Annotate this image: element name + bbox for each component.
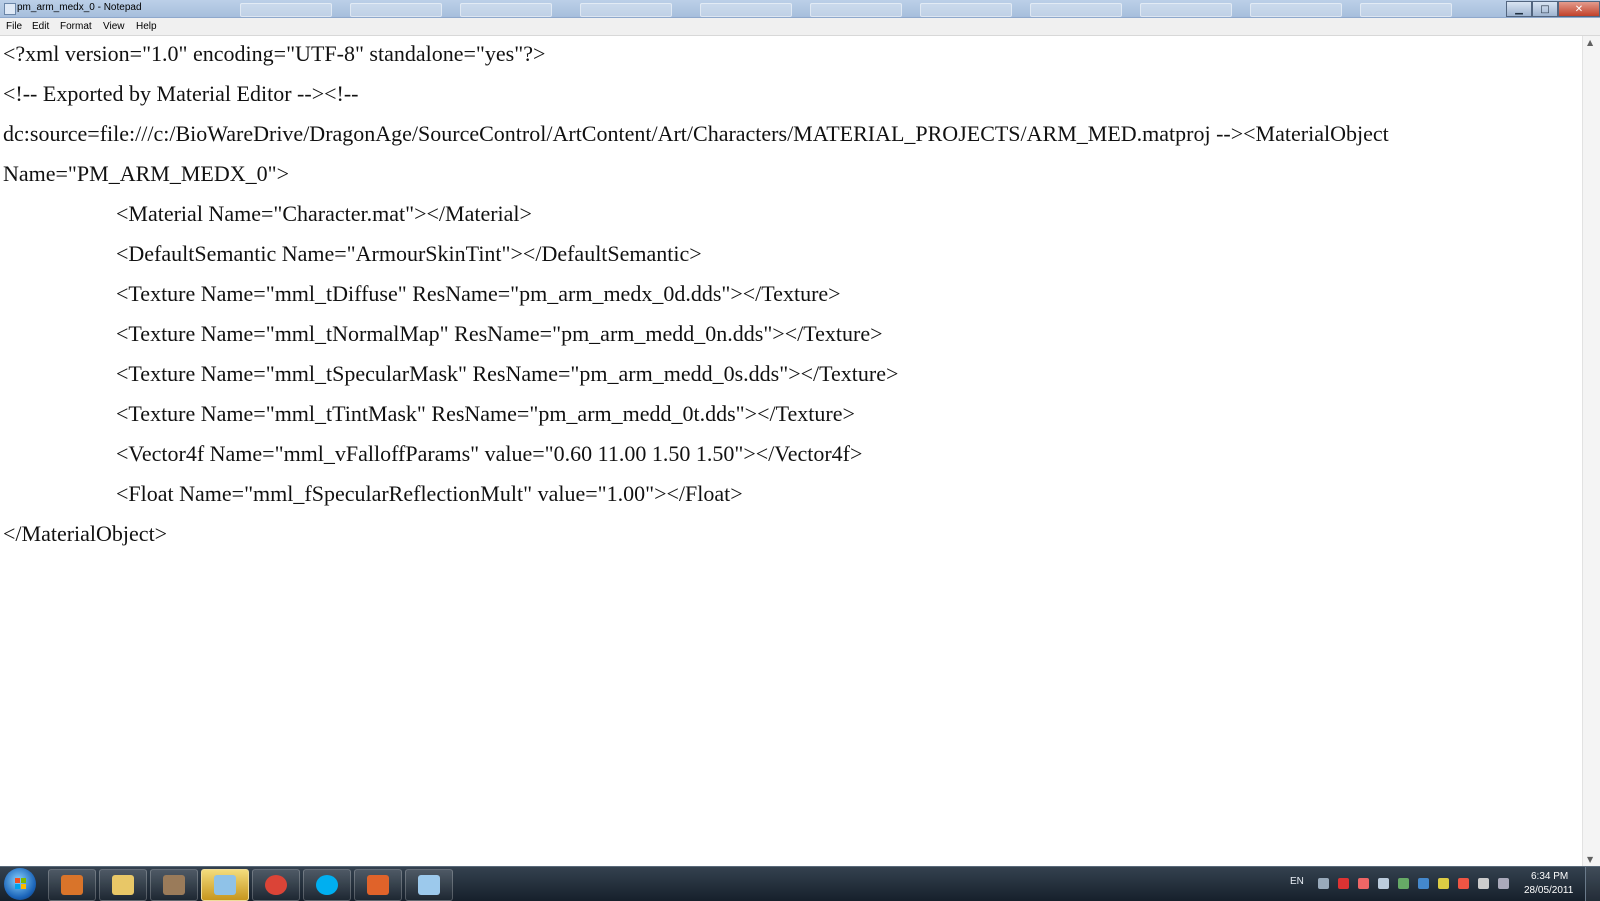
text-line: <Vector4f Name="mml_vFalloffParams" valu… bbox=[116, 441, 863, 466]
taskbar: EN 6:34 PM 28/05/2011 bbox=[0, 866, 1600, 901]
background-window-ghost bbox=[350, 3, 442, 17]
language-indicator[interactable]: EN bbox=[1290, 876, 1304, 887]
scroll-up-icon[interactable]: ▲ bbox=[1587, 38, 1593, 47]
menu-view[interactable]: View bbox=[103, 21, 125, 32]
background-window-ghost bbox=[580, 3, 672, 17]
vertical-scrollbar[interactable]: ▲ ▼ bbox=[1582, 36, 1600, 866]
background-window-ghost bbox=[460, 3, 552, 17]
media-player-icon bbox=[61, 875, 83, 895]
background-window-ghost bbox=[1250, 3, 1342, 17]
taskbar-app[interactable] bbox=[252, 869, 300, 901]
action-center-flag-icon[interactable] bbox=[1478, 878, 1489, 889]
text-line: <Float Name="mml_fSpecularReflectionMult… bbox=[116, 481, 743, 506]
menu-format[interactable]: Format bbox=[60, 21, 92, 32]
show-desktop-button[interactable] bbox=[1585, 867, 1600, 901]
tray-icon[interactable] bbox=[1358, 878, 1369, 889]
skype-icon bbox=[316, 875, 338, 895]
text-line: <Texture Name="mml_tDiffuse" ResName="pm… bbox=[116, 281, 841, 306]
taskbar-app[interactable] bbox=[99, 869, 147, 901]
text-line: <Material Name="Character.mat"></Materia… bbox=[116, 201, 532, 226]
background-window-ghost bbox=[1030, 3, 1122, 17]
notepad-icon bbox=[418, 875, 440, 895]
tray-icon[interactable] bbox=[1438, 878, 1449, 889]
text-line: <!-- Exported by Material Editor --><!-- bbox=[3, 81, 359, 106]
text-line: <DefaultSemantic Name="ArmourSkinTint"><… bbox=[116, 241, 702, 266]
start-button[interactable] bbox=[4, 868, 36, 900]
tray-icon[interactable] bbox=[1318, 878, 1329, 889]
tray-icon[interactable] bbox=[1378, 878, 1389, 889]
chrome-icon bbox=[265, 875, 287, 895]
menu-help[interactable]: Help bbox=[136, 21, 157, 32]
game-icon bbox=[163, 875, 185, 895]
taskbar-app[interactable] bbox=[303, 869, 351, 901]
folder-icon bbox=[112, 875, 134, 895]
office-icon bbox=[367, 875, 389, 895]
taskbar-app[interactable] bbox=[354, 869, 402, 901]
background-window-ghost bbox=[1360, 3, 1452, 17]
background-window-ghost bbox=[1140, 3, 1232, 17]
menu-bar: File Edit Format View Help bbox=[0, 18, 1600, 36]
title-bar: pm_arm_medx_0 - Notepad ▁ □ ✕ bbox=[0, 0, 1600, 18]
network-icon[interactable] bbox=[1498, 878, 1509, 889]
text-line: <Texture Name="mml_tNormalMap" ResName="… bbox=[116, 321, 883, 346]
menu-edit[interactable]: Edit bbox=[32, 21, 49, 32]
tray-icon[interactable] bbox=[1338, 878, 1349, 889]
taskbar-app[interactable] bbox=[48, 869, 96, 901]
tray-icon[interactable] bbox=[1398, 878, 1409, 889]
taskbar-app[interactable] bbox=[150, 869, 198, 901]
scroll-down-icon[interactable]: ▼ bbox=[1587, 855, 1593, 864]
taskbar-app[interactable] bbox=[405, 869, 453, 901]
background-window-ghost bbox=[920, 3, 1012, 17]
text-line: Name="PM_ARM_MEDX_0"> bbox=[3, 161, 289, 186]
text-line: <Texture Name="mml_tTintMask" ResName="p… bbox=[116, 401, 855, 426]
volume-icon[interactable] bbox=[1458, 878, 1469, 889]
window-title: pm_arm_medx_0 - Notepad bbox=[17, 2, 142, 13]
text-line: <Texture Name="mml_tSpecularMask" ResNam… bbox=[116, 361, 899, 386]
clock-date[interactable]: 28/05/2011 bbox=[1524, 885, 1573, 896]
text-line: </MaterialObject> bbox=[3, 521, 168, 546]
text-editor[interactable]: <?xml version="1.0" encoding="UTF-8" sta… bbox=[0, 36, 1583, 866]
notepad-icon bbox=[4, 3, 16, 15]
windows-logo-icon bbox=[15, 878, 26, 889]
menu-file[interactable]: File bbox=[6, 21, 22, 32]
minimize-button[interactable]: ▁ bbox=[1506, 1, 1532, 17]
text-line: <?xml version="1.0" encoding="UTF-8" sta… bbox=[3, 41, 546, 66]
maximize-button[interactable]: □ bbox=[1532, 1, 1558, 17]
close-button[interactable]: ✕ bbox=[1558, 1, 1600, 17]
background-window-ghost bbox=[810, 3, 902, 17]
taskbar-app[interactable] bbox=[201, 869, 249, 901]
text-line: dc:source=file:///c:/BioWareDrive/Dragon… bbox=[3, 121, 1389, 146]
clock-time[interactable]: 6:34 PM bbox=[1531, 871, 1568, 882]
background-window-ghost bbox=[700, 3, 792, 17]
background-window-ghost bbox=[240, 3, 332, 17]
window-controls: ▁ □ ✕ bbox=[1506, 0, 1600, 17]
tray-icon[interactable] bbox=[1418, 878, 1429, 889]
users-icon bbox=[214, 875, 236, 895]
